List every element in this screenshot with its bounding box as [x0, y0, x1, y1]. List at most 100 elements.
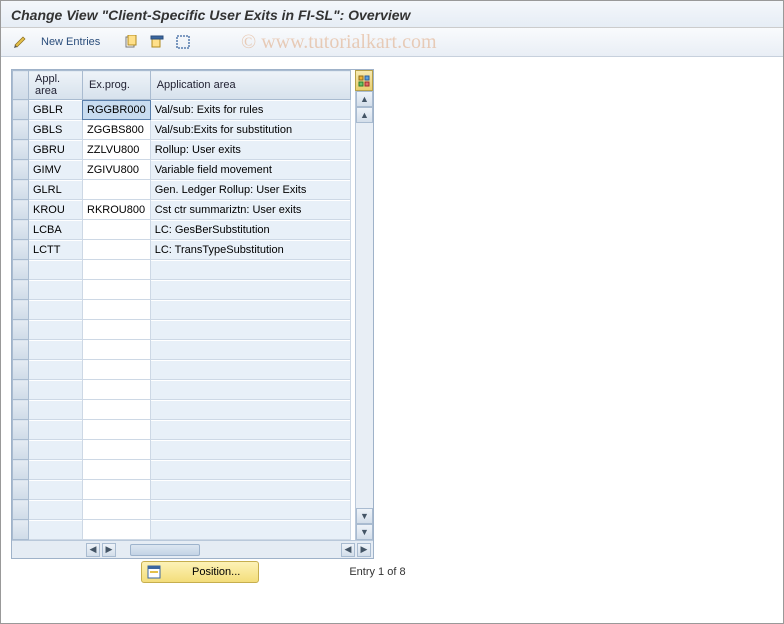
cell-ex-prog[interactable] — [83, 521, 150, 539]
row-selector[interactable] — [13, 100, 29, 120]
copy-as-icon[interactable] — [120, 32, 142, 52]
cell-ex-prog[interactable]: ZGGBS800 — [83, 121, 150, 139]
scroll-left-icon[interactable]: ◀ — [86, 543, 100, 557]
delete-icon[interactable] — [146, 32, 168, 52]
cell-appl-area[interactable]: LCBA — [29, 221, 82, 239]
toggle-change-icon[interactable] — [9, 32, 31, 52]
row-selector[interactable] — [13, 260, 29, 280]
cell-appl-area[interactable] — [29, 421, 82, 439]
position-button[interactable]: Position... — [141, 561, 259, 583]
cell-appl-area[interactable] — [29, 481, 82, 499]
cell-appl-area[interactable] — [29, 341, 82, 359]
cell-ex-prog[interactable] — [83, 301, 150, 319]
row-selector[interactable] — [13, 340, 29, 360]
cell-ex-prog[interactable] — [83, 221, 150, 239]
cell-ex-prog[interactable]: ZZLVU800 — [83, 141, 150, 159]
cell-application-area[interactable] — [151, 381, 350, 399]
table-row[interactable] — [13, 340, 351, 360]
table-row[interactable]: LCBALC: GesBerSubstitution — [13, 220, 351, 240]
row-selector[interactable] — [13, 140, 29, 160]
table-row[interactable] — [13, 320, 351, 340]
cell-application-area[interactable] — [151, 341, 350, 359]
cell-ex-prog[interactable] — [83, 421, 150, 439]
cell-ex-prog[interactable] — [83, 361, 150, 379]
row-selector[interactable] — [13, 500, 29, 520]
cell-ex-prog[interactable] — [83, 241, 150, 259]
row-selector[interactable] — [13, 400, 29, 420]
table-row[interactable] — [13, 400, 351, 420]
cell-appl-area[interactable] — [29, 261, 82, 279]
table-row[interactable]: GBLRRGGBR000Val/sub: Exits for rules — [13, 100, 351, 120]
table-settings-icon[interactable] — [355, 70, 373, 91]
cell-appl-area[interactable] — [29, 441, 82, 459]
row-selector[interactable] — [13, 220, 29, 240]
cell-application-area[interactable] — [151, 401, 350, 419]
cell-appl-area[interactable]: GIMV — [29, 161, 82, 179]
cell-ex-prog[interactable] — [83, 381, 150, 399]
table-row[interactable]: KROURKROU800Cst ctr summariztn: User exi… — [13, 200, 351, 220]
cell-appl-area[interactable]: LCTT — [29, 241, 82, 259]
scroll-left2-icon[interactable]: ◀ — [341, 543, 355, 557]
cell-appl-area[interactable]: GBLR — [29, 101, 82, 119]
cell-application-area[interactable]: Variable field movement — [151, 161, 350, 179]
row-selector[interactable] — [13, 520, 29, 540]
vertical-scrollbar[interactable]: ▲ ▲ ▼ ▼ — [355, 91, 373, 540]
scroll-down-icon[interactable]: ▼ — [356, 524, 373, 540]
cell-appl-area[interactable] — [29, 361, 82, 379]
cell-ex-prog[interactable] — [83, 181, 150, 199]
scroll-thumb[interactable] — [130, 544, 200, 556]
cell-ex-prog[interactable] — [83, 261, 150, 279]
cell-ex-prog[interactable]: ZGIVU800 — [83, 161, 150, 179]
cell-ex-prog[interactable] — [83, 321, 150, 339]
cell-application-area[interactable] — [151, 301, 350, 319]
col-header-application-area[interactable]: Application area — [150, 71, 350, 100]
row-selector[interactable] — [13, 240, 29, 260]
cell-ex-prog[interactable] — [83, 281, 150, 299]
scroll-up2-icon[interactable]: ▲ — [356, 107, 373, 123]
row-selector[interactable] — [13, 160, 29, 180]
row-selector[interactable] — [13, 360, 29, 380]
col-header-ex-prog[interactable]: Ex.prog. — [83, 71, 151, 100]
table-row[interactable] — [13, 480, 351, 500]
scroll-track[interactable] — [356, 123, 373, 508]
cell-ex-prog[interactable] — [83, 481, 150, 499]
table-row[interactable] — [13, 420, 351, 440]
scroll-right2-icon[interactable]: ▶ — [357, 543, 371, 557]
table-row[interactable] — [13, 280, 351, 300]
select-all-icon[interactable] — [172, 32, 194, 52]
cell-application-area[interactable]: Val/sub: Exits for rules — [151, 101, 350, 119]
cell-ex-prog[interactable]: RKROU800 — [83, 201, 150, 219]
cell-appl-area[interactable] — [29, 461, 82, 479]
cell-application-area[interactable] — [151, 481, 350, 499]
cell-ex-prog[interactable] — [83, 461, 150, 479]
cell-ex-prog[interactable] — [83, 341, 150, 359]
cell-application-area[interactable]: Rollup: User exits — [151, 141, 350, 159]
horizontal-scrollbar[interactable]: ◀ ▶ ◀ ▶ — [12, 540, 373, 558]
table-row[interactable] — [13, 500, 351, 520]
row-selector[interactable] — [13, 480, 29, 500]
row-selector[interactable] — [13, 380, 29, 400]
cell-application-area[interactable] — [151, 261, 350, 279]
table-row[interactable] — [13, 440, 351, 460]
cell-application-area[interactable] — [151, 461, 350, 479]
cell-appl-area[interactable] — [29, 381, 82, 399]
table-row[interactable] — [13, 520, 351, 540]
table-row[interactable] — [13, 360, 351, 380]
cell-ex-prog[interactable] — [83, 501, 150, 519]
table-row[interactable]: GLRLGen. Ledger Rollup: User Exits — [13, 180, 351, 200]
table-row[interactable]: GBLSZGGBS800Val/sub:Exits for substituti… — [13, 120, 351, 140]
table-row[interactable]: LCTT LC: TransTypeSubstitution — [13, 240, 351, 260]
cell-application-area[interactable] — [151, 521, 350, 539]
cell-ex-prog[interactable] — [83, 401, 150, 419]
cell-application-area[interactable] — [151, 501, 350, 519]
table-row[interactable] — [13, 300, 351, 320]
cell-application-area[interactable]: LC: TransTypeSubstitution — [151, 241, 350, 259]
new-entries-button[interactable]: New Entries — [35, 34, 106, 50]
cell-appl-area[interactable] — [29, 301, 82, 319]
cell-appl-area[interactable]: GLRL — [29, 181, 82, 199]
row-selector[interactable] — [13, 320, 29, 340]
row-selector[interactable] — [13, 180, 29, 200]
table-row[interactable]: GBRUZZLVU800Rollup: User exits — [13, 140, 351, 160]
row-selector[interactable] — [13, 420, 29, 440]
cell-application-area[interactable] — [151, 421, 350, 439]
